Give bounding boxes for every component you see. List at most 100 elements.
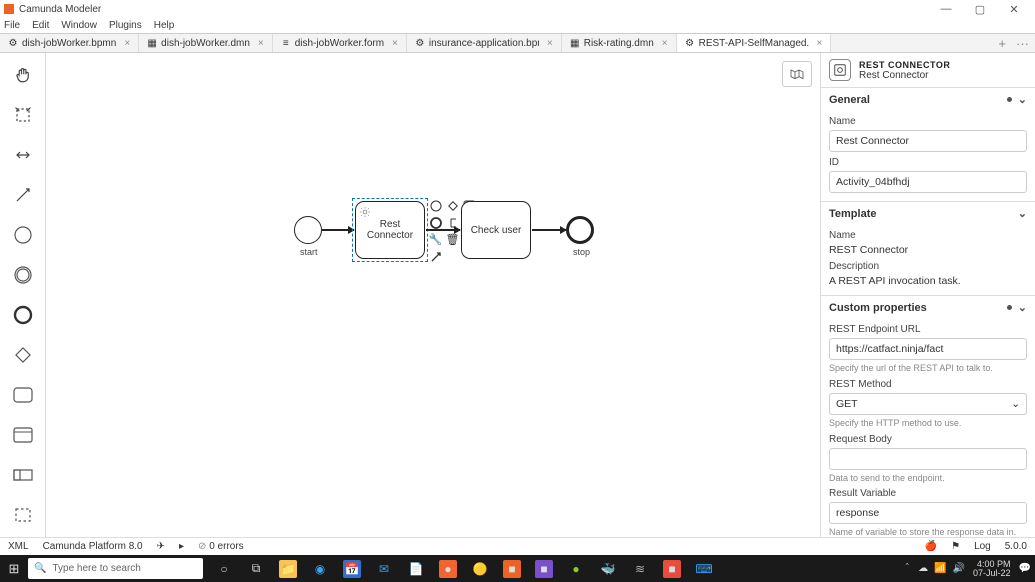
search-icon: 🔍 xyxy=(34,563,46,574)
taskbar-mail[interactable]: ✉ xyxy=(375,560,393,578)
rest-method-select[interactable]: GET ⌄ xyxy=(829,393,1027,415)
section-template-header[interactable]: Template ⌄ xyxy=(821,202,1035,225)
end-event-label: stop xyxy=(573,247,590,257)
subprocess-tool[interactable] xyxy=(8,463,38,487)
menu-plugins[interactable]: Plugins xyxy=(109,20,142,31)
lasso-tool[interactable] xyxy=(8,103,38,127)
minimap-toggle[interactable] xyxy=(782,61,812,87)
data-store-tool[interactable] xyxy=(8,423,38,447)
taskbar-explorer[interactable]: 📁 xyxy=(279,560,297,578)
taskbar-docker[interactable]: 🐳 xyxy=(599,560,617,578)
taskbar-word[interactable]: 📄 xyxy=(407,560,425,578)
menu-help[interactable]: Help xyxy=(154,20,175,31)
task-tool[interactable] xyxy=(8,383,38,407)
ctx-gateway[interactable] xyxy=(446,199,459,212)
space-tool[interactable] xyxy=(8,143,38,167)
taskbar-cortana[interactable]: ○ xyxy=(215,560,233,578)
status-flag-icon[interactable]: ⚑ xyxy=(951,541,960,552)
window-close[interactable]: ✕ xyxy=(997,3,1031,16)
new-tab-button[interactable]: + xyxy=(998,37,1006,50)
id-input[interactable] xyxy=(829,171,1027,193)
field-hint: Specify the url of the REST API to talk … xyxy=(829,363,1027,374)
status-run-icon[interactable]: ▸ xyxy=(179,541,184,552)
taskbar-edge[interactable]: ◉ xyxy=(311,560,329,578)
sequence-flow[interactable] xyxy=(532,229,566,231)
intermediate-event-tool[interactable] xyxy=(8,263,38,287)
close-icon[interactable]: × xyxy=(258,38,264,49)
close-icon[interactable]: × xyxy=(392,38,398,49)
close-icon[interactable]: × xyxy=(547,38,553,49)
status-platform[interactable]: Camunda Platform 8.0 xyxy=(43,541,143,552)
status-log[interactable]: Log xyxy=(974,541,991,552)
sequence-flow[interactable] xyxy=(426,229,460,231)
taskbar-postman[interactable]: ● xyxy=(439,560,457,578)
result-variable-input[interactable] xyxy=(829,502,1027,524)
close-icon[interactable]: × xyxy=(817,38,823,49)
task-check-user[interactable]: Check user xyxy=(461,201,531,259)
dot-icon xyxy=(1007,305,1012,310)
start-event-tool[interactable] xyxy=(8,223,38,247)
end-event[interactable] xyxy=(566,216,594,244)
tab-overflow-button[interactable]: ··· xyxy=(1016,37,1029,50)
app-title: Camunda Modeler xyxy=(19,4,929,15)
rest-endpoint-url-input[interactable] xyxy=(829,338,1027,360)
status-feedback-icon[interactable]: 🍎 xyxy=(925,541,937,552)
chevron-down-icon: ⌄ xyxy=(1018,301,1027,314)
taskbar-app[interactable]: ● xyxy=(567,560,585,578)
taskbar-calendar[interactable]: 📅 xyxy=(343,560,361,578)
taskbar-intellij[interactable]: ■ xyxy=(535,560,553,578)
tray-chevron-icon[interactable]: ＾ xyxy=(902,561,912,576)
tab-insurance-application-bpmn[interactable]: ⚙ insurance-application.bpmn × xyxy=(407,34,562,52)
close-icon[interactable]: × xyxy=(662,38,668,49)
gateway-tool[interactable] xyxy=(8,343,38,367)
ctx-wrench[interactable]: 🔧 xyxy=(429,233,442,246)
taskbar-taskview[interactable]: ⧉ xyxy=(247,560,265,578)
taskbar-search[interactable]: 🔍 Type here to search xyxy=(28,558,203,579)
gear-icon: ⚙ xyxy=(8,38,18,48)
chevron-down-icon: ⌄ xyxy=(1018,207,1027,220)
chevron-down-icon: ⌄ xyxy=(1018,93,1027,106)
status-deploy-icon[interactable]: ✈ xyxy=(157,541,165,552)
status-errors[interactable]: ⊘ 0 errors xyxy=(198,541,244,552)
taskbar-app3[interactable]: ■ xyxy=(663,560,681,578)
tab-dish-jobworker-bpmn[interactable]: ⚙ dish-jobWorker.bpmn × xyxy=(0,34,139,52)
tray-cloud-icon[interactable]: ☁ xyxy=(918,563,928,574)
connect-tool[interactable] xyxy=(8,183,38,207)
section-custom-header[interactable]: Custom properties ⌄ xyxy=(821,296,1035,319)
end-event-tool[interactable] xyxy=(8,303,38,327)
window-maximize[interactable]: ▢ xyxy=(963,3,997,16)
tray-wifi-icon[interactable]: 📶 xyxy=(934,563,946,574)
group-tool[interactable] xyxy=(8,503,38,527)
start-event[interactable] xyxy=(294,216,322,244)
request-body-input[interactable] xyxy=(829,448,1027,470)
tab-risk-rating-dmn[interactable]: ▦ Risk-rating.dmn × xyxy=(562,34,677,52)
bpmn-canvas[interactable]: start Rest Connector 🔧 🗑 xyxy=(46,53,820,540)
tab-rest-api-selfmanaged-bpmn[interactable]: ⚙ REST-API-SelfManaged.bpmn × xyxy=(677,34,832,52)
taskbar-chrome[interactable]: 🟡 xyxy=(471,560,489,578)
menu-file[interactable]: File xyxy=(4,20,20,31)
menu-edit[interactable]: Edit xyxy=(32,20,49,31)
taskbar-clock[interactable]: 4:00 PM 07-Jul-22 xyxy=(973,560,1011,578)
ctx-end-event[interactable] xyxy=(429,216,442,229)
section-general-header[interactable]: General ⌄ xyxy=(821,88,1035,111)
window-minimize[interactable]: — xyxy=(929,3,963,16)
start-button[interactable]: ⊞ xyxy=(0,561,28,577)
name-input[interactable] xyxy=(829,130,1027,152)
taskbar-vscode[interactable]: ⌨ xyxy=(695,560,713,578)
tray-volume-icon[interactable]: 🔊 xyxy=(953,563,965,574)
tray-notifications-icon[interactable]: 💬 xyxy=(1019,563,1031,574)
taskbar-camunda[interactable]: ■ xyxy=(503,560,521,578)
sequence-flow[interactable] xyxy=(322,229,354,231)
status-xml[interactable]: XML xyxy=(8,541,29,552)
ctx-connect[interactable] xyxy=(429,250,442,263)
close-icon[interactable]: × xyxy=(124,38,130,49)
tab-dish-jobworker-dmn[interactable]: ▦ dish-jobWorker.dmn × xyxy=(139,34,273,52)
taskbar-app2[interactable]: ≋ xyxy=(631,560,649,578)
ctx-start-event[interactable] xyxy=(429,199,442,212)
menu-window[interactable]: Window xyxy=(61,20,97,31)
dot-icon xyxy=(1007,97,1012,102)
hand-tool[interactable] xyxy=(8,63,38,87)
field-label: Name xyxy=(829,230,1027,241)
ctx-delete[interactable]: 🗑 xyxy=(446,233,459,246)
tab-dish-jobworker-form[interactable]: ≡ dish-jobWorker.form × xyxy=(273,34,407,52)
